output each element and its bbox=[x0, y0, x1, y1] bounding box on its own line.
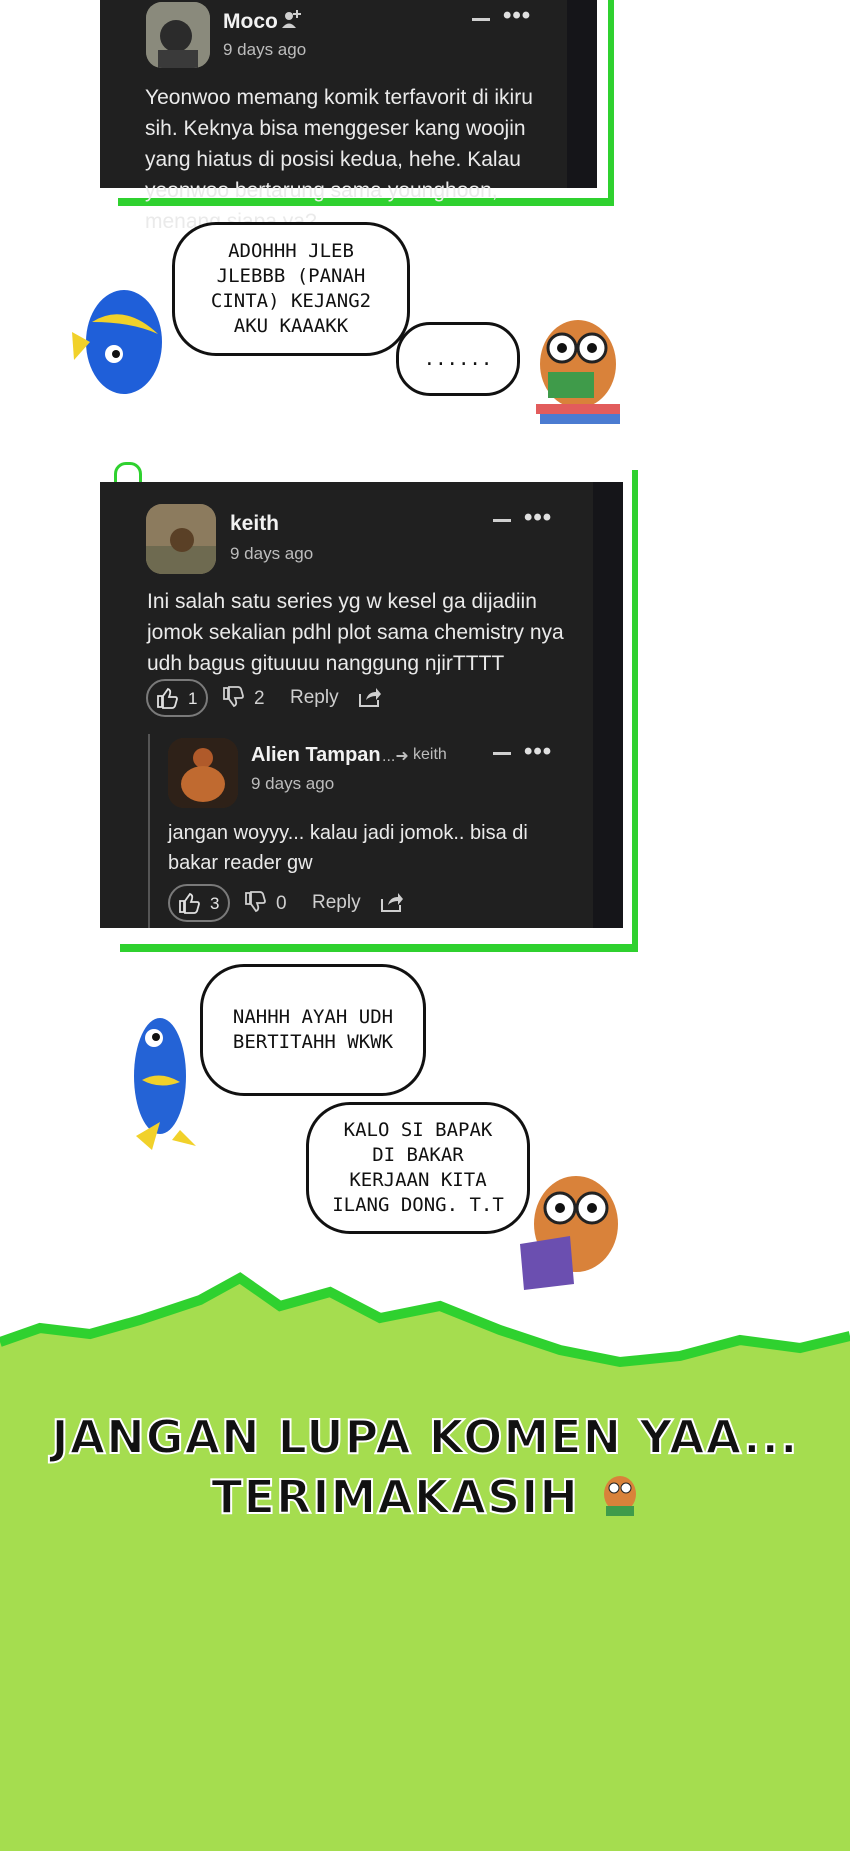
reply-thread-line bbox=[148, 734, 150, 928]
speech-text: KALO SI BAPAK DI BAKAR KERJAAN KITA ILAN… bbox=[332, 1119, 504, 1216]
reply-author[interactable]: Alien Tampan bbox=[251, 744, 381, 767]
thumbs-up-icon bbox=[156, 687, 178, 714]
speech-bubble-owl: ...... bbox=[396, 322, 520, 396]
speech-text: NAHHH AYAH UDH BERTITAHH WKWK bbox=[232, 1006, 394, 1053]
speech-text: ADOHHH JLEB JLEBBB (PANAH CINTA) KEJANG2… bbox=[210, 240, 372, 337]
comment-card-moco: Moco 9 days ago ••• Yeonwoo memang komik… bbox=[100, 0, 597, 233]
reply-button[interactable]: Reply bbox=[290, 687, 339, 709]
comment-author[interactable]: Moco bbox=[223, 10, 278, 34]
footer-banner: JANGAN LUPA KOMEN YAA... TERIMAKASIH bbox=[0, 1270, 850, 1851]
share-icon[interactable] bbox=[380, 891, 404, 918]
like-button[interactable]: 1 bbox=[146, 679, 208, 717]
owl-character bbox=[530, 308, 626, 437]
speech-text: ...... bbox=[423, 347, 493, 370]
scrollbar-track[interactable] bbox=[593, 482, 623, 928]
comment-body: Ini salah satu series yg w kesel ga dija… bbox=[147, 590, 564, 675]
like-button[interactable]: 3 bbox=[168, 884, 230, 922]
reply-arrow-icon: ...➜ bbox=[382, 748, 409, 765]
like-count: 1 bbox=[188, 689, 198, 708]
comment-time: 9 days ago bbox=[230, 544, 314, 563]
speech-bubble-fish: NAHHH AYAH UDH BERTITAHH WKWK bbox=[200, 964, 426, 1096]
comment-card-keith: keith 9 days ago ••• Ini salah satu seri… bbox=[100, 482, 623, 928]
like-count: 3 bbox=[210, 894, 220, 913]
avatar[interactable] bbox=[146, 2, 210, 68]
dislike-count: 2 bbox=[254, 688, 265, 709]
comment-author[interactable]: keith bbox=[230, 512, 279, 536]
speech-bubble-owl: KALO SI BAPAK DI BAKAR KERJAAN KITA ILAN… bbox=[306, 1102, 530, 1234]
thumbs-down-icon[interactable] bbox=[222, 686, 244, 713]
speech-bubble-fish: ADOHHH JLEB JLEBBB (PANAH CINTA) KEJANG2… bbox=[172, 222, 410, 356]
scrollbar-track[interactable] bbox=[567, 0, 597, 188]
share-icon[interactable] bbox=[358, 686, 382, 713]
more-dots-icon[interactable]: ••• bbox=[524, 504, 552, 532]
reply-body: jangan woyyy... kalau jadi jomok.. bisa … bbox=[168, 822, 528, 874]
thumbs-up-icon bbox=[178, 892, 200, 919]
fish-character bbox=[72, 282, 168, 405]
reply-button[interactable]: Reply bbox=[312, 892, 361, 914]
comment-time: 9 days ago bbox=[223, 40, 307, 59]
dislike-count: 0 bbox=[276, 893, 287, 914]
collapse-dash-icon[interactable] bbox=[472, 18, 490, 21]
more-dots-icon[interactable]: ••• bbox=[503, 2, 531, 30]
comment-body: Yeonwoo memang komik terfavorit di ikiru… bbox=[145, 86, 533, 233]
avatar[interactable] bbox=[146, 504, 216, 574]
add-user-icon[interactable] bbox=[280, 8, 302, 35]
reply-time: 9 days ago bbox=[251, 774, 335, 793]
fish-character bbox=[122, 1010, 206, 1161]
owl-icon bbox=[600, 1472, 640, 1525]
banner-line-2: TERIMAKASIH bbox=[210, 1469, 579, 1525]
reply-to-user[interactable]: keith bbox=[413, 746, 447, 764]
collapse-dash-icon[interactable] bbox=[493, 752, 511, 755]
thumbs-down-icon[interactable] bbox=[244, 891, 266, 918]
banner-line-1: JANGAN LUPA KOMEN YAA... bbox=[51, 1409, 799, 1465]
more-dots-icon[interactable]: ••• bbox=[524, 738, 552, 766]
collapse-dash-icon[interactable] bbox=[493, 519, 511, 522]
avatar[interactable] bbox=[168, 738, 238, 808]
